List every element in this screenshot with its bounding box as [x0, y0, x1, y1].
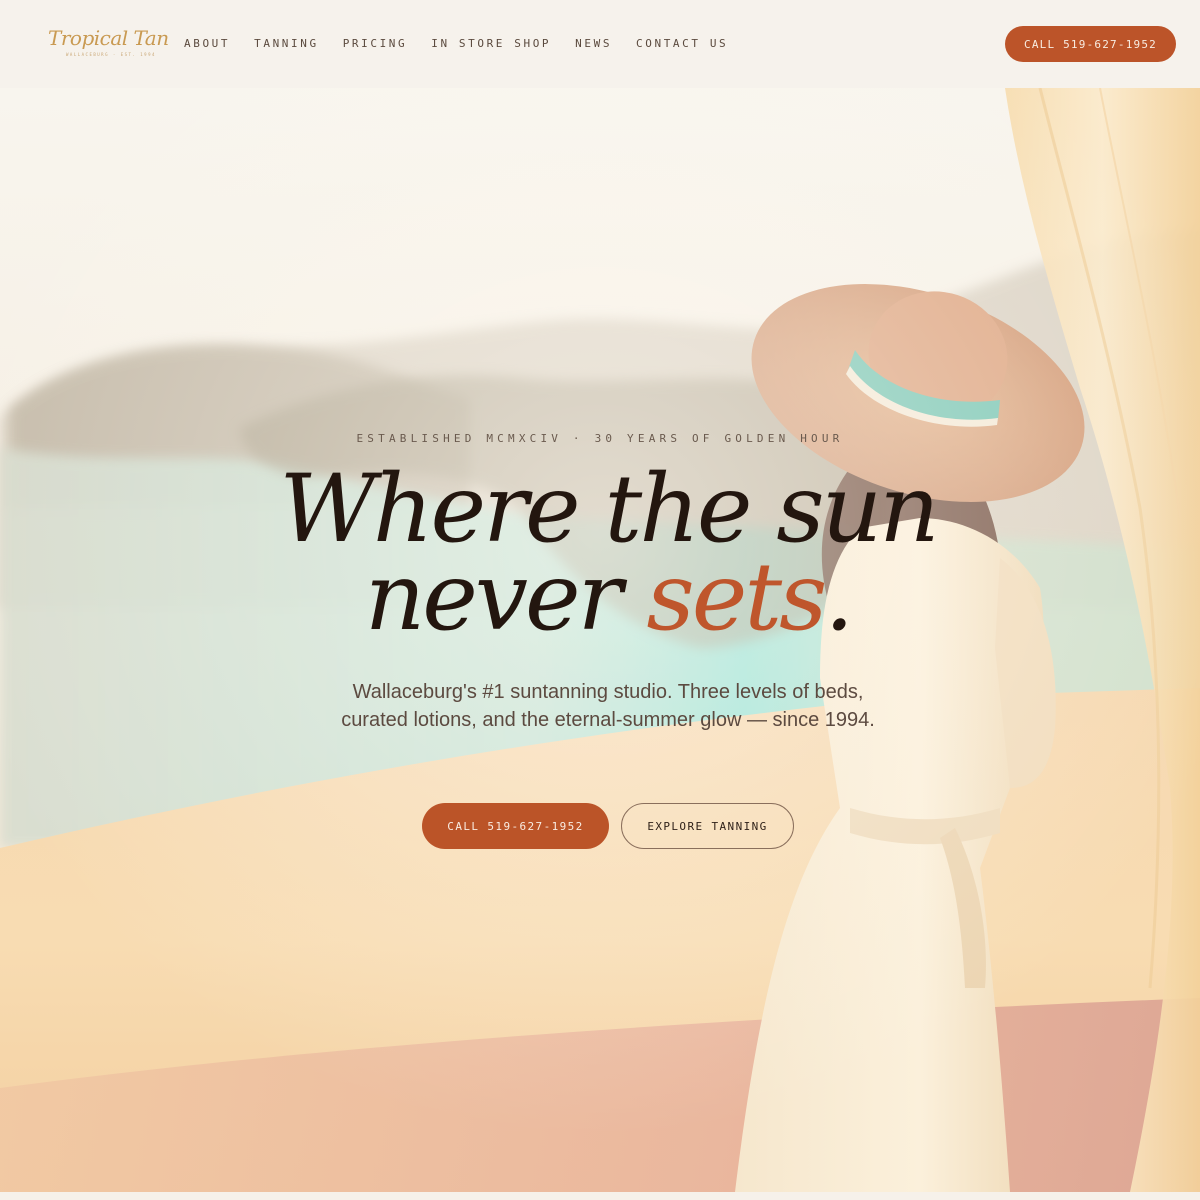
brand-logo-wordmark: Tropical Tan [48, 26, 169, 50]
page-bottom-strip [0, 1192, 1200, 1200]
brand-logo-tagline: WALLACEBURG · EST. 1994 [66, 52, 156, 57]
brand-logo[interactable]: Tropical Tan WALLACEBURG · EST. 1994 [48, 26, 169, 60]
nav-item-pricing[interactable]: PRICING [343, 37, 408, 50]
hero-section: ESTABLISHED MCMXCIV · 30 YEARS OF GOLDEN… [0, 88, 1200, 1192]
header-call-button[interactable]: CALL 519-627-1952 [1005, 26, 1176, 62]
site-header: Tropical Tan WALLACEBURG · EST. 1994 ABO… [0, 0, 1200, 88]
explore-tanning-button[interactable]: EXPLORE TANNING [621, 803, 794, 849]
headline-line-2-start: never [364, 543, 647, 652]
nav-item-about[interactable]: ABOUT [184, 37, 230, 50]
hero-headline: Where the sun never sets. [0, 463, 1200, 645]
nav-item-tanning[interactable]: TANNING [254, 37, 319, 50]
headline-accent-word: sets [646, 543, 827, 652]
hero-eyebrow: ESTABLISHED MCMXCIV · 30 YEARS OF GOLDEN… [356, 432, 844, 445]
nav-item-news[interactable]: NEWS [575, 37, 612, 50]
hero-description: Wallaceburg's #1 suntanning studio. Thre… [341, 681, 875, 731]
nav-item-in-store-shop[interactable]: IN STORE SHOP [431, 37, 551, 50]
hero-call-button[interactable]: CALL 519-627-1952 [422, 803, 609, 849]
headline-period: . [824, 543, 854, 652]
main-nav: ABOUT TANNING PRICING IN STORE SHOP NEWS… [184, 37, 728, 50]
nav-item-contact-us[interactable]: CONTACT US [636, 37, 728, 50]
